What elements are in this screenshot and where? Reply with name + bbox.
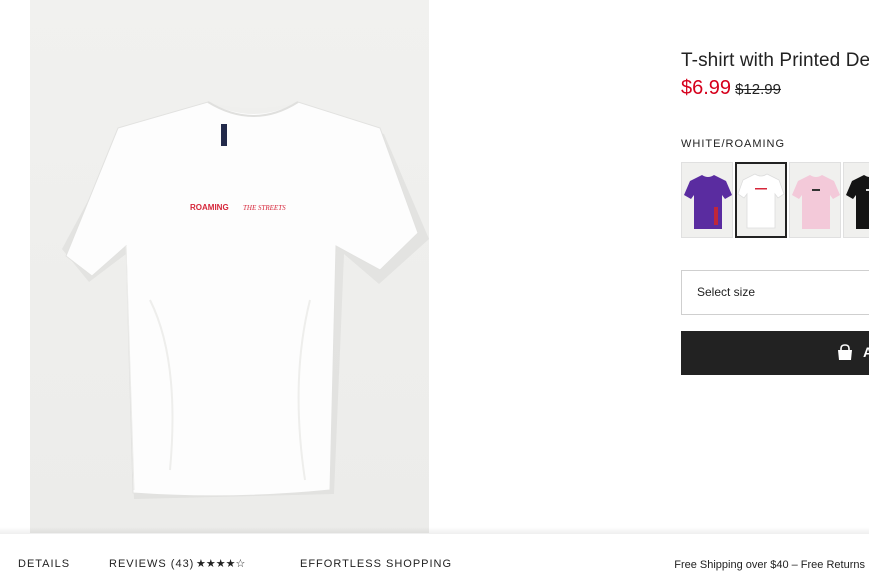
shopping-bag-icon [838, 344, 852, 360]
tab-effortless-shopping[interactable]: EFFORTLESS SHOPPING [300, 558, 452, 570]
tab-reviews[interactable]: REVIEWS (43) [109, 558, 194, 570]
swatch-purple[interactable] [681, 162, 733, 238]
tab-details[interactable]: DETAILS [18, 558, 70, 570]
bottom-bar: DETAILS REVIEWS (43) ★★★★☆ EFFORTLESS SH… [0, 533, 869, 572]
size-select[interactable]: Select size [681, 270, 869, 315]
tshirt-illustration: ROAMING THE STREETS [62, 101, 429, 499]
print-script-text: THE STREETS [243, 204, 286, 212]
color-swatches [681, 162, 869, 238]
shipping-info: Free Shipping over $40 – Free Returns [674, 559, 865, 571]
swatch-white[interactable] [735, 162, 787, 238]
swatch-pink[interactable] [789, 162, 841, 238]
add-to-bag-label: A [863, 344, 869, 360]
swatch-black[interactable] [843, 162, 869, 238]
product-title: T-shirt with Printed Design [681, 50, 869, 71]
print-bold-text: ROAMING [190, 203, 229, 212]
add-to-bag-button[interactable]: A [681, 331, 869, 375]
product-image[interactable]: ROAMING THE STREETS [30, 0, 429, 533]
price-row: $6.99 $12.99 [681, 77, 781, 100]
old-price: $12.99 [735, 81, 781, 98]
rating-stars: ★★★★☆ [196, 558, 246, 570]
product-info: T-shirt with Printed Design $6.99$12.99 … [681, 0, 869, 533]
color-name: WHITE/ROAMING [681, 138, 786, 150]
sale-price: $6.99 [681, 77, 732, 99]
